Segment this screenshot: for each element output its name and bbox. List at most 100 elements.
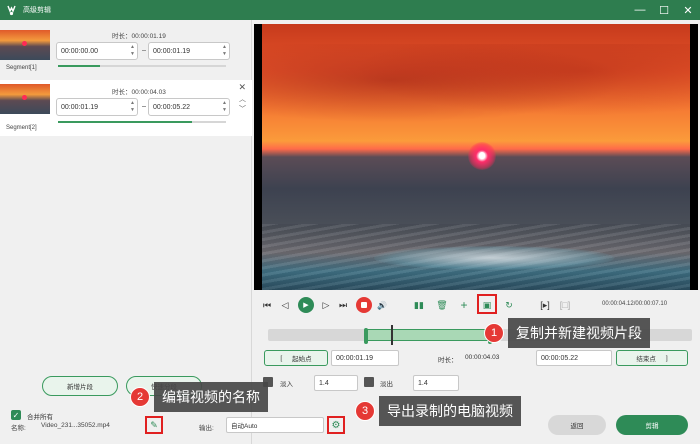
segment-panel: Segment[1] 时长：00:00:01.19 00:00:00.00 ▲ ▼… (0, 20, 252, 444)
mark-out-icon[interactable]: [□] (558, 297, 572, 313)
highlight-copy-frame (477, 294, 497, 314)
fade-out-checkbox[interactable] (364, 377, 374, 387)
fade-in-field[interactable]: 1.4 (314, 375, 358, 391)
play-icon[interactable]: ▶ (298, 297, 314, 313)
segment-end-value: 00:00:01.19 (153, 47, 190, 55)
output-label: 输出: (199, 425, 214, 432)
rename-button[interactable]: ✎ (145, 416, 163, 434)
back-button[interactable]: 返回 (548, 415, 606, 435)
duration-label: 时长： (438, 357, 458, 364)
callout-text: 编辑视频的名称 (154, 382, 268, 412)
start-time-field[interactable]: 00:00:01.19 (331, 350, 399, 366)
segment-start-field[interactable]: 00:00:00.00 ▲ ▼ (56, 42, 138, 60)
merge-all-checkbox[interactable]: ✓ (11, 410, 21, 420)
callout-number: 2 (130, 387, 150, 407)
callout-1: 1 复制并新建视频片段 (484, 318, 650, 348)
move-down-icon[interactable]: ﹀ (239, 104, 246, 114)
time-spinner-icon[interactable]: ▲ ▼ (130, 44, 135, 58)
edit-button[interactable]: 剪辑 (616, 415, 688, 435)
video-clouds (262, 44, 690, 134)
callout-text: 复制并新建视频片段 (508, 318, 650, 348)
segment-duration: 时长：00:00:01.19 (112, 33, 166, 40)
segment-progress-bar (58, 121, 226, 123)
remove-segment-icon[interactable]: ✕ (238, 82, 246, 93)
fade-out-label: 淡出 (380, 381, 393, 388)
segment-label: Segment[1] (6, 65, 37, 71)
fade-out-value: 1.4 (418, 379, 428, 387)
app-logo-icon (5, 4, 17, 16)
range-dash (142, 50, 146, 51)
close-icon[interactable]: ✕ (676, 0, 700, 20)
callout-number: 3 (355, 401, 375, 421)
segment-start-field[interactable]: 00:00:01.19 ▲ ▼ (56, 98, 138, 116)
segment-end-field[interactable]: 00:00:05.22 ▲ ▼ (148, 98, 230, 116)
fade-in-value: 1.4 (319, 379, 329, 387)
segment-thumbnail (0, 30, 50, 60)
segment-thumbnail (0, 84, 50, 114)
segment-label: Segment[2] (6, 125, 37, 131)
move-up-icon[interactable]: ︿ (239, 94, 246, 104)
segment-end-value: 00:00:05.22 (153, 103, 190, 111)
merge-all-label: 合并所有 (27, 414, 53, 421)
playback-timecode: 00:00:04.12/00:00:07.10 (602, 301, 668, 307)
timeline-selection[interactable] (364, 328, 492, 344)
volume-icon[interactable]: 🔊 (376, 297, 388, 313)
mark-in-icon[interactable]: [▸] (538, 297, 552, 313)
minimize-icon[interactable]: — (628, 0, 652, 20)
fade-in-label: 淡入 (280, 381, 293, 388)
file-name-value: Video_231...35052.mp4 (41, 422, 110, 429)
video-preview[interactable] (254, 24, 698, 290)
split-icon[interactable]: ▮▮ (412, 297, 426, 313)
segment-progress-fill (58, 121, 193, 123)
window-title: 高级剪辑 (23, 7, 51, 14)
output-path-value: 自动Auto (231, 423, 258, 430)
segment-duration: 时长：00:00:04.03 (112, 89, 166, 96)
start-bracket-icon: [ (280, 354, 283, 362)
start-time-value: 00:00:01.19 (336, 354, 373, 362)
end-point-label: 结束点 (636, 356, 656, 363)
start-point-button[interactable]: [ 起始点 (264, 350, 328, 366)
undo-icon[interactable]: ↻ (503, 297, 515, 313)
start-point-label: 起始点 (292, 356, 312, 363)
pencil-icon: ✎ (150, 419, 158, 430)
fade-out-field[interactable]: 1.4 (413, 375, 459, 391)
end-time-value: 00:00:05.22 (541, 354, 578, 362)
name-label: 名称: (11, 425, 26, 432)
callout-number: 1 (484, 323, 504, 343)
callout-3: 3 导出录制的电脑视频 (355, 396, 521, 426)
segment-end-field[interactable]: 00:00:01.19 ▲ ▼ (148, 42, 230, 60)
output-settings-button[interactable]: ⚙ (327, 416, 345, 434)
selection-start-handle[interactable] (364, 328, 368, 344)
time-spinner-icon[interactable]: ▲ ▼ (130, 100, 135, 114)
step-forward-icon[interactable]: ▷ (320, 297, 332, 313)
timeline-playhead[interactable] (391, 325, 393, 345)
prev-frame-icon[interactable]: ⏮ (261, 297, 273, 313)
title-bar: 高级剪辑 — ☐ ✕ (0, 0, 700, 20)
duration-value: 00:00:04.03 (465, 354, 500, 361)
end-time-field[interactable]: 00:00:05.22 (536, 350, 612, 366)
output-path-field[interactable]: 自动Auto (226, 417, 324, 433)
add-icon[interactable]: + (458, 297, 470, 313)
video-sun-core (479, 152, 485, 158)
next-frame-icon[interactable]: ⏭ (336, 297, 350, 313)
end-point-button[interactable]: 结束点] (616, 350, 688, 366)
end-bracket-icon: ] (665, 354, 668, 362)
callout-text: 导出录制的电脑视频 (379, 396, 521, 426)
step-back-icon[interactable]: ◁ (279, 297, 291, 313)
segment-item-1[interactable]: Segment[1] 时长：00:00:01.19 00:00:00.00 ▲ ▼… (0, 24, 252, 80)
maximize-icon[interactable]: ☐ (652, 0, 676, 20)
range-dash (142, 106, 146, 107)
new-segment-button[interactable]: 新增片段 (42, 376, 118, 396)
callout-2: 2 编辑视频的名称 (130, 382, 268, 412)
stop-icon[interactable] (356, 297, 372, 313)
segment-start-value: 00:00:00.00 (61, 47, 98, 55)
delete-icon[interactable]: 🗑 (436, 297, 448, 313)
video-foam (374, 246, 614, 270)
segment-progress-bar (58, 65, 226, 67)
gear-icon: ⚙ (331, 419, 341, 431)
time-spinner-icon[interactable]: ▲ ▼ (222, 44, 227, 58)
segment-start-value: 00:00:01.19 (61, 103, 98, 111)
time-spinner-icon[interactable]: ▲ ▼ (222, 100, 227, 114)
segment-item-2[interactable]: Segment[2] 时长：00:00:04.03 00:00:01.19 ▲ ▼… (0, 80, 252, 136)
segment-progress-fill (58, 65, 100, 67)
